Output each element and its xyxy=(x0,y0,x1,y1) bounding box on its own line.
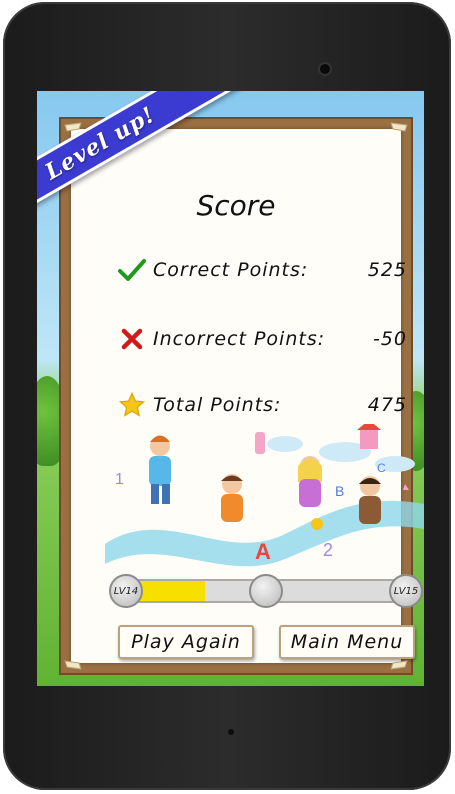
incorrect-points-row: Incorrect Points: -50 xyxy=(117,322,417,356)
from-level-badge: LV14 xyxy=(109,574,143,608)
incorrect-points-label: Incorrect Points: xyxy=(153,328,326,350)
kids-illustration: 1 A B C 2 xyxy=(105,424,424,567)
star-icon xyxy=(117,390,147,420)
correct-points-label: Correct Points: xyxy=(153,259,309,281)
letter-c: C xyxy=(377,461,386,475)
score-board: Score Correct Points: 525 Incorrect Poin… xyxy=(59,117,424,675)
letter-a: A xyxy=(255,539,271,564)
level-progress: LV14 LV15 xyxy=(109,574,423,608)
pin-bottom-left xyxy=(63,651,83,671)
cross-icon xyxy=(117,324,147,354)
to-level-badge: LV15 xyxy=(389,574,423,608)
incorrect-points-value: -50 xyxy=(372,328,407,350)
total-points-row: Total Points: 475 xyxy=(117,388,417,422)
front-camera xyxy=(320,64,330,74)
correct-points-row: Correct Points: 525 xyxy=(117,253,417,287)
progress-knob xyxy=(249,574,283,608)
sensor-dot xyxy=(228,729,234,735)
score-title: Score xyxy=(196,189,276,222)
total-points-value: 475 xyxy=(367,394,407,416)
total-points-label: Total Points: xyxy=(153,394,282,416)
tablet-device: Score Correct Points: 525 Incorrect Poin… xyxy=(3,2,451,790)
letter-2: 2 xyxy=(323,540,333,560)
game-screen: Score Correct Points: 525 Incorrect Poin… xyxy=(37,91,424,686)
pin-bottom-right xyxy=(389,651,409,671)
check-icon xyxy=(117,255,147,285)
correct-points-value: 525 xyxy=(367,259,407,281)
letter-b: B xyxy=(335,483,344,499)
play-again-button[interactable]: Play Again xyxy=(118,625,254,659)
letter-1: 1 xyxy=(115,471,124,488)
score-paper: Score Correct Points: 525 Incorrect Poin… xyxy=(71,129,424,663)
pin-top-right xyxy=(389,121,409,141)
